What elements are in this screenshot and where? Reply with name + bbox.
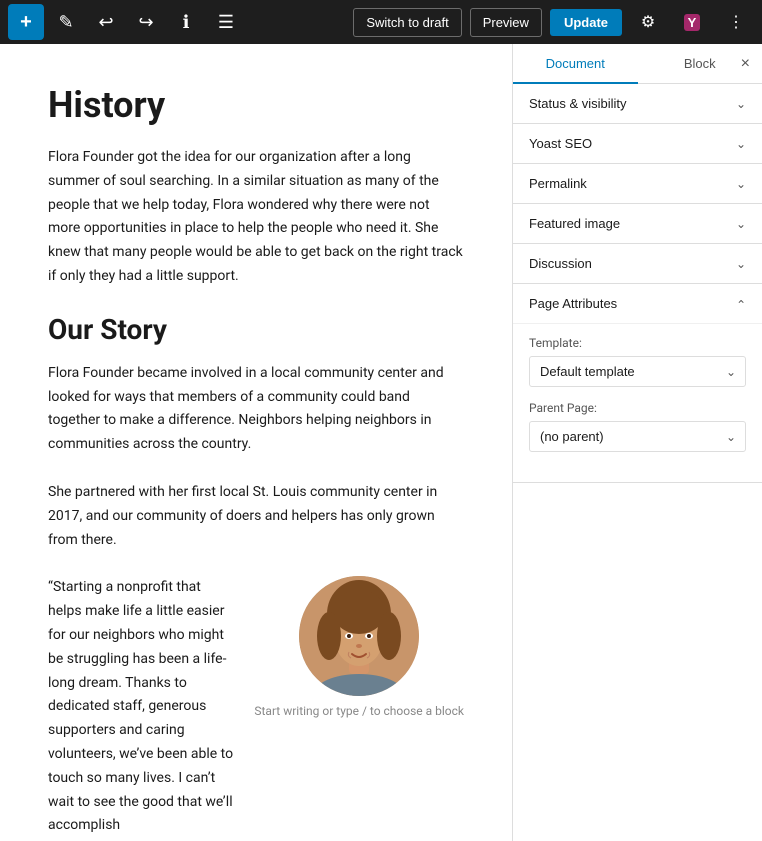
accordion-header-status[interactable]: Status & visibility ⌄ bbox=[513, 84, 762, 123]
undo-icon: ↩ bbox=[98, 12, 113, 33]
page-attributes-content: Template: Default template ⌄ Parent Page… bbox=[513, 323, 762, 482]
page-title: History bbox=[48, 84, 464, 126]
undo-button[interactable]: ↩ bbox=[88, 4, 124, 40]
more-options-button[interactable]: ⋮ bbox=[718, 4, 754, 40]
info-button[interactable]: ℹ bbox=[168, 4, 204, 40]
avatar-image bbox=[299, 576, 419, 696]
accordion-page-attributes: Page Attributes ⌄ Template: Default temp… bbox=[513, 284, 762, 483]
accordion-header-discussion[interactable]: Discussion ⌄ bbox=[513, 244, 762, 283]
tab-document[interactable]: Document bbox=[513, 44, 638, 83]
avatar-svg bbox=[299, 576, 419, 696]
accordion-label-discussion: Discussion bbox=[529, 256, 592, 271]
pencil-icon: ✎ bbox=[58, 12, 73, 33]
toolbar-actions: Switch to draft Preview Update ⚙ Y ⋮ bbox=[353, 4, 754, 40]
yoast-icon: Y bbox=[684, 14, 701, 31]
chevron-up-icon: ⌄ bbox=[736, 297, 746, 311]
sidebar: Document Block × Status & visibility ⌄ Y… bbox=[512, 44, 762, 841]
chevron-down-icon: ⌄ bbox=[736, 97, 746, 111]
parent-page-select-wrapper: (no parent) ⌄ bbox=[529, 421, 746, 452]
chevron-down-icon-2: ⌄ bbox=[736, 137, 746, 151]
accordion-header-permalink[interactable]: Permalink ⌄ bbox=[513, 164, 762, 203]
accordion-discussion: Discussion ⌄ bbox=[513, 244, 762, 284]
paragraph-2: Flora Founder became involved in a local… bbox=[48, 362, 464, 457]
accordion-label-featured-image: Featured image bbox=[529, 216, 620, 231]
quote-section: “Starting a nonprofit that helps make li… bbox=[48, 576, 464, 838]
update-button[interactable]: Update bbox=[550, 9, 622, 36]
add-block-button[interactable]: + bbox=[8, 4, 44, 40]
accordion-header-featured-image[interactable]: Featured image ⌄ bbox=[513, 204, 762, 243]
start-writing-hint: Start writing or type / to choose a bloc… bbox=[254, 704, 464, 718]
switch-to-draft-button[interactable]: Switch to draft bbox=[353, 8, 461, 37]
chevron-down-icon-5: ⌄ bbox=[736, 257, 746, 271]
sidebar-close-button[interactable]: × bbox=[737, 51, 754, 77]
settings-button[interactable]: ⚙ bbox=[630, 4, 666, 40]
yoast-button[interactable]: Y bbox=[674, 4, 710, 40]
chevron-down-icon-4: ⌄ bbox=[736, 217, 746, 231]
template-select[interactable]: Default template bbox=[529, 356, 746, 387]
template-select-wrapper: Default template ⌄ bbox=[529, 356, 746, 387]
accordion-label-permalink: Permalink bbox=[529, 176, 587, 191]
avatar-wrap: Start writing or type / to choose a bloc… bbox=[254, 576, 464, 838]
editor-toolbar: + ✎ ↩ ↪ ℹ ☰ Switch to draft Preview Upda… bbox=[0, 0, 762, 44]
accordion-status-visibility: Status & visibility ⌄ bbox=[513, 84, 762, 124]
list-view-button[interactable]: ☰ bbox=[208, 4, 244, 40]
accordion-label-yoast: Yoast SEO bbox=[529, 136, 592, 151]
accordion-header-yoast[interactable]: Yoast SEO ⌄ bbox=[513, 124, 762, 163]
chevron-down-icon-3: ⌄ bbox=[736, 177, 746, 191]
list-icon: ☰ bbox=[218, 12, 234, 33]
add-icon: + bbox=[20, 11, 32, 34]
preview-button[interactable]: Preview bbox=[470, 8, 542, 37]
paragraph-1: Flora Founder got the idea for our organ… bbox=[48, 146, 464, 289]
parent-page-select[interactable]: (no parent) bbox=[529, 421, 746, 452]
accordion-yoast-seo: Yoast SEO ⌄ bbox=[513, 124, 762, 164]
accordion-header-page-attributes[interactable]: Page Attributes ⌄ bbox=[513, 284, 762, 323]
paragraph-3: She partnered with her first local St. L… bbox=[48, 481, 464, 552]
more-icon: ⋮ bbox=[728, 12, 744, 32]
tools-button[interactable]: ✎ bbox=[48, 4, 84, 40]
info-icon: ℹ bbox=[183, 12, 190, 33]
template-label: Template: bbox=[529, 336, 746, 350]
main-area: History Flora Founder got the idea for o… bbox=[0, 44, 762, 841]
editor-content[interactable]: History Flora Founder got the idea for o… bbox=[0, 44, 512, 841]
redo-icon: ↪ bbox=[138, 12, 153, 33]
accordion-label-status: Status & visibility bbox=[529, 96, 627, 111]
settings-icon: ⚙ bbox=[641, 12, 655, 32]
redo-button[interactable]: ↪ bbox=[128, 4, 164, 40]
accordion-permalink: Permalink ⌄ bbox=[513, 164, 762, 204]
quote-text: “Starting a nonprofit that helps make li… bbox=[48, 576, 234, 838]
section-heading-our-story: Our Story bbox=[48, 313, 464, 346]
parent-page-label: Parent Page: bbox=[529, 401, 746, 415]
accordion-label-page-attributes: Page Attributes bbox=[529, 296, 617, 311]
sidebar-tabs: Document Block × bbox=[513, 44, 762, 84]
accordion-featured-image: Featured image ⌄ bbox=[513, 204, 762, 244]
